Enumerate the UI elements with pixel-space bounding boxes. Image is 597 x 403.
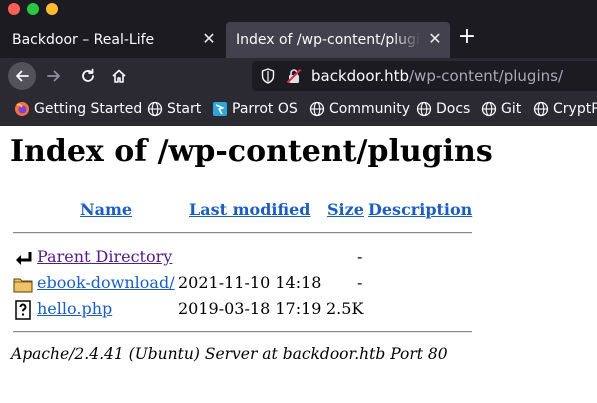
window-controls	[8, 3, 58, 15]
tab-bar: Backdoor – Real-Life ✕ Index of /wp-cont…	[0, 22, 597, 58]
header-divider	[13, 232, 472, 234]
maximize-window-button[interactable]	[27, 3, 39, 15]
bookmark-docs[interactable]: Docs	[416, 101, 470, 117]
column-header-description[interactable]: Description	[368, 200, 472, 219]
bookmark-label: Community	[329, 101, 411, 117]
folder-link[interactable]: ebook-download/	[37, 272, 175, 294]
page-content: Index of /wp-content/plugins Name Last m…	[0, 126, 597, 403]
url-path: /wp-content/plugins/	[409, 67, 563, 85]
parrot-os-icon	[213, 102, 227, 116]
back-button[interactable]	[8, 62, 36, 90]
close-window-button[interactable]	[8, 3, 20, 15]
column-header-name[interactable]: Name	[80, 200, 132, 219]
url-host: backdoor.htb	[311, 67, 409, 85]
table-row: ebook-download/ 2021-11-10 14:18 -	[0, 272, 520, 294]
bookmarks-toolbar: Getting Started Start Parrot OS Communit…	[0, 94, 597, 126]
close-tab-icon[interactable]: ✕	[426, 30, 444, 48]
bookmark-label: Getting Started	[34, 101, 143, 117]
column-header-size[interactable]: Size	[327, 200, 364, 219]
server-signature: Apache/2.4.41 (Ubuntu) Server at backdoo…	[11, 345, 448, 363]
last-modified-cell: 2019-03-18 17:19	[178, 299, 322, 318]
minimize-window-button[interactable]	[46, 3, 58, 15]
page-title: Index of /wp-content/plugins	[10, 134, 493, 169]
bookmark-label: Parrot OS	[232, 101, 298, 117]
bookmark-label: Start	[167, 101, 202, 117]
reload-button[interactable]	[74, 62, 102, 90]
size-cell: -	[357, 247, 363, 266]
globe-icon	[147, 101, 163, 117]
address-bar[interactable]: backdoor.htb/wp-content/plugins/	[252, 61, 597, 91]
size-cell: -	[357, 273, 363, 292]
globe-icon	[309, 101, 325, 117]
bookmark-label: Git	[501, 101, 522, 117]
navigation-toolbar: backdoor.htb/wp-content/plugins/	[0, 58, 597, 94]
parent-directory-icon	[16, 252, 32, 265]
tab-backdoor[interactable]: Backdoor – Real-Life ✕	[0, 22, 224, 58]
table-row: Parent Directory -	[0, 246, 520, 268]
back-arrow-icon	[16, 70, 29, 82]
reload-icon	[82, 68, 94, 82]
globe-icon	[416, 101, 432, 117]
bookmark-community[interactable]: Community	[309, 101, 410, 117]
unknown-file-icon	[15, 300, 31, 320]
firefox-icon	[15, 102, 29, 116]
bookmark-git[interactable]: Git	[481, 101, 521, 117]
forward-arrow-icon	[47, 70, 60, 82]
tab-index-plugins[interactable]: Index of /wp-content/plugins ✕	[226, 22, 450, 58]
bookmark-getting-started[interactable]: Getting Started	[14, 101, 142, 117]
bookmark-cryptp[interactable]: CryptP	[533, 101, 597, 117]
bookmark-start[interactable]: Start	[147, 101, 201, 117]
parent-directory-link[interactable]: Parent Directory	[37, 246, 172, 268]
home-icon	[112, 69, 126, 83]
close-tab-icon[interactable]: ✕	[200, 30, 218, 48]
footer-divider	[13, 331, 472, 333]
home-button[interactable]	[105, 62, 133, 90]
forward-button[interactable]	[40, 62, 68, 90]
tab-title: Backdoor – Real-Life	[12, 32, 155, 48]
tab-title: Index of /wp-content/plugins	[236, 32, 421, 48]
globe-icon	[533, 101, 549, 117]
browser-chrome: Backdoor – Real-Life ✕ Index of /wp-cont…	[0, 0, 597, 126]
table-row: hello.php 2019-03-18 17:19 2.5K	[0, 298, 520, 320]
globe-icon	[481, 101, 497, 117]
bookmark-parrot-os[interactable]: Parrot OS	[212, 101, 298, 117]
folder-icon	[13, 278, 33, 293]
file-link[interactable]: hello.php	[37, 298, 112, 320]
url-text[interactable]: backdoor.htb/wp-content/plugins/	[311, 67, 563, 85]
insecure-lock-icon[interactable]	[286, 68, 302, 84]
column-header-last-modified[interactable]: Last modified	[189, 200, 310, 219]
bookmark-label: CryptP	[553, 101, 597, 117]
new-tab-icon[interactable]: +	[456, 26, 478, 48]
last-modified-cell: 2021-11-10 14:18	[178, 273, 322, 292]
tracking-protection-icon[interactable]	[261, 68, 275, 84]
bookmark-label: Docs	[436, 101, 471, 117]
size-cell: 2.5K	[326, 299, 364, 318]
